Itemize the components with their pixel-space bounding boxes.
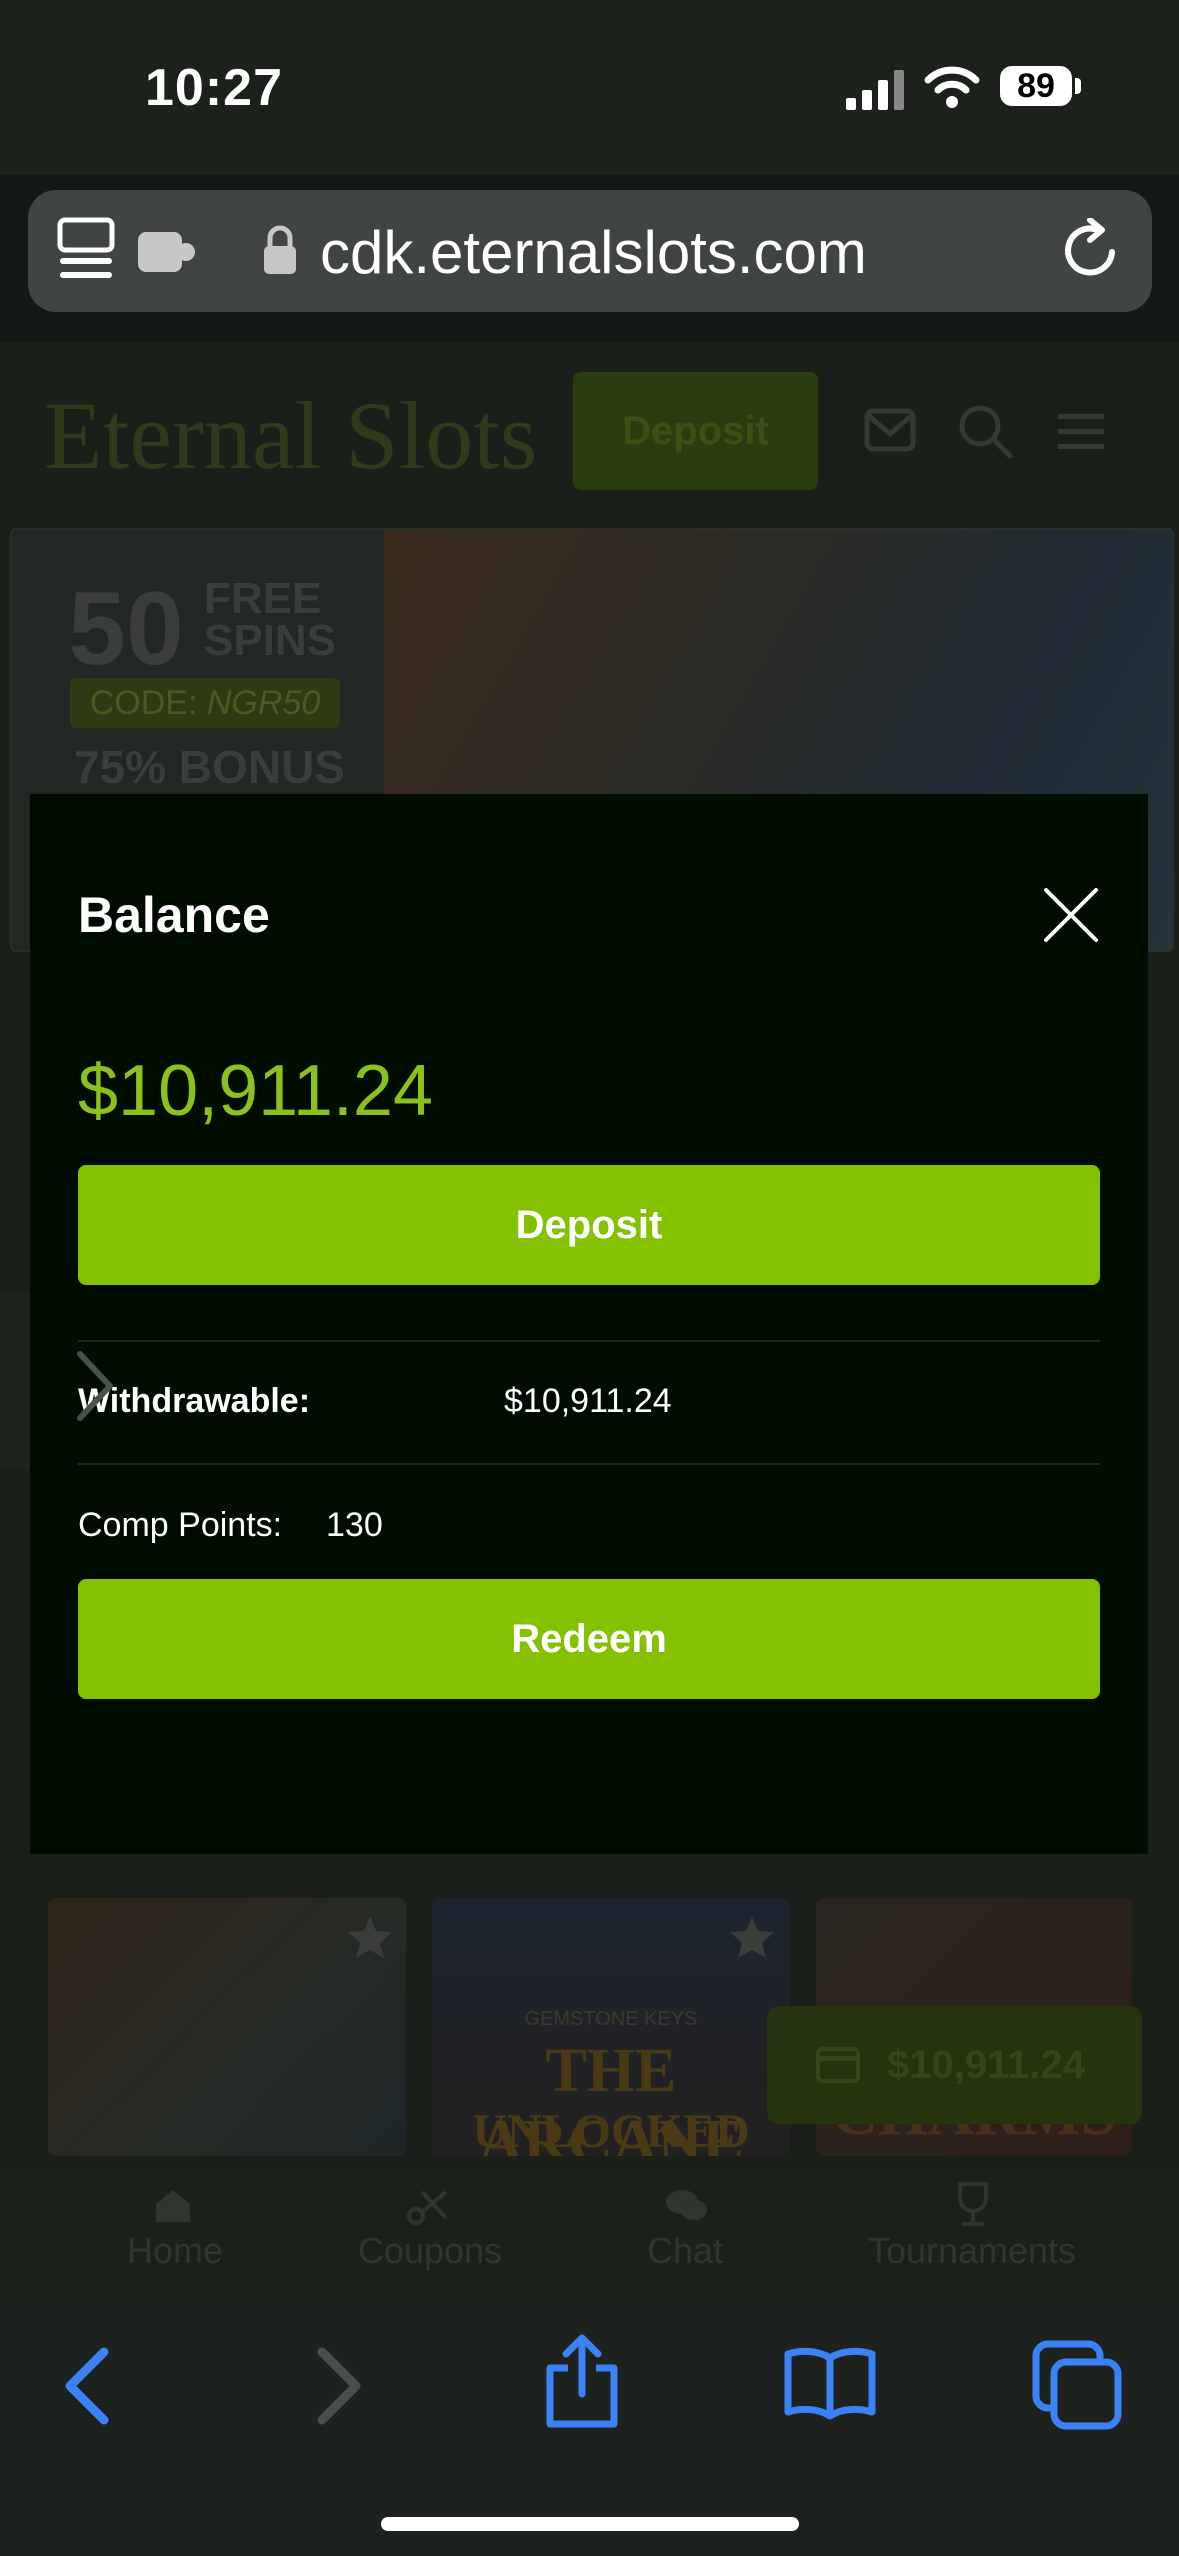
balance-amount: $10,911.24 <box>78 1051 434 1131</box>
deposit-button[interactable]: Deposit <box>78 1165 1100 1285</box>
tabs-icon[interactable] <box>1032 2340 1122 2430</box>
banner-code-label: CODE: <box>89 684 198 722</box>
banner-spins-text: SPINS <box>204 616 337 665</box>
reload-icon[interactable] <box>1060 218 1122 282</box>
chevron-right-icon[interactable] <box>74 1350 118 1422</box>
battery-indicator: 89 <box>1000 66 1072 106</box>
battery-tip <box>1075 78 1081 94</box>
banner-number: 50 <box>68 571 184 687</box>
mail-icon[interactable] <box>864 408 916 452</box>
game-tile[interactable] <box>48 1898 406 2156</box>
floating-balance-button[interactable]: $10,911.24 <box>767 2006 1142 2124</box>
redeem-button[interactable]: Redeem <box>78 1579 1100 1699</box>
banner-bonus: 75% BONUS <box>74 741 345 793</box>
comp-points-label: Comp Points: <box>78 1506 283 1544</box>
bookmarks-icon[interactable] <box>782 2346 878 2420</box>
nav-chat[interactable]: Chat <box>620 2230 750 2272</box>
search-icon[interactable] <box>958 404 1014 460</box>
page-menu-icon[interactable] <box>56 216 120 284</box>
modal-title: Balance <box>78 887 270 943</box>
banner-code-value: NGR50 <box>206 684 321 722</box>
banner-code-badge: CODE: NGR50 <box>70 678 340 728</box>
chat-icon <box>666 2190 707 2220</box>
share-icon[interactable] <box>544 2334 620 2430</box>
divider <box>78 1463 1100 1465</box>
game-subtitle: UNLOCKED <box>472 2105 750 2156</box>
banner-free-spins: FREE SPINS <box>204 574 337 665</box>
forward-arrow-icon[interactable] <box>314 2346 366 2426</box>
coupon-icon <box>407 2190 448 2225</box>
nav-coupons[interactable]: Coupons <box>340 2230 520 2272</box>
favorite-star-icon[interactable] <box>728 1914 776 1960</box>
home-indicator <box>381 2517 799 2531</box>
site-logo: Eternal Slots <box>44 382 538 489</box>
favorite-star-icon[interactable] <box>346 1914 394 1960</box>
banner-free-text: FREE <box>204 574 322 623</box>
game-tile[interactable]: GEMSTONE KEYS THE ARCANE UNLOCKED <box>432 1898 790 2156</box>
nav-tournaments[interactable]: Tournaments <box>850 2230 1094 2272</box>
hamburger-menu-icon[interactable] <box>1058 414 1104 450</box>
wallet-icon <box>816 2047 860 2083</box>
status-time: 10:27 <box>145 59 283 117</box>
header-deposit-button[interactable]: Deposit <box>573 372 818 490</box>
home-icon <box>156 2190 190 2222</box>
floating-balance-amount: $10,911.24 <box>887 2043 1085 2087</box>
url-text[interactable]: cdk.eternalslots.com <box>320 218 867 287</box>
withdrawable-value: $10,911.24 <box>504 1382 672 1420</box>
extension-icon[interactable] <box>134 224 198 280</box>
wifi-icon <box>924 66 980 108</box>
divider <box>78 1340 1100 1342</box>
cellular-signal-icon <box>846 70 904 110</box>
lock-icon <box>264 225 296 274</box>
comp-points-value: 130 <box>326 1506 383 1544</box>
game-title-line: GEMSTONE KEYS <box>524 2008 698 2030</box>
back-arrow-icon[interactable] <box>60 2346 112 2426</box>
nav-home[interactable]: Home <box>100 2230 250 2272</box>
close-icon[interactable] <box>1042 886 1100 944</box>
trophy-icon <box>958 2182 988 2226</box>
